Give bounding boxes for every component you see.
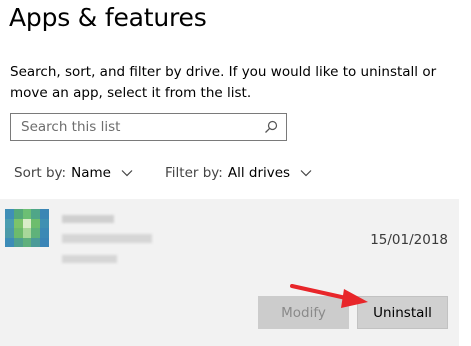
sort-label: Sort by:	[14, 165, 67, 181]
uninstall-button[interactable]: Uninstall	[357, 296, 448, 329]
page-title: Apps & features	[9, 3, 207, 32]
filter-label: Filter by:	[165, 165, 223, 181]
app-icon	[5, 209, 49, 247]
search-icon[interactable]	[264, 120, 278, 134]
app-version-redacted	[62, 255, 117, 263]
app-install-date: 15/01/2018	[370, 232, 448, 248]
filter-value: All drives	[227, 165, 291, 181]
filter-dropdown[interactable]: Filter by: All drives	[165, 165, 312, 181]
search-input[interactable]: Search this list	[10, 113, 287, 141]
sort-value: Name	[71, 165, 111, 181]
app-name-redacted	[62, 215, 114, 223]
sort-dropdown[interactable]: Sort by: Name	[14, 165, 133, 181]
app-publisher-redacted	[62, 234, 152, 243]
chevron-down-icon	[300, 170, 312, 177]
chevron-down-icon	[121, 170, 133, 177]
annotation-arrow-icon	[290, 284, 368, 308]
selected-app-row[interactable]: 15/01/2018 Modify Uninstall	[0, 199, 459, 346]
page-description: Search, sort, and filter by drive. If yo…	[10, 64, 437, 101]
search-placeholder: Search this list	[21, 119, 121, 135]
